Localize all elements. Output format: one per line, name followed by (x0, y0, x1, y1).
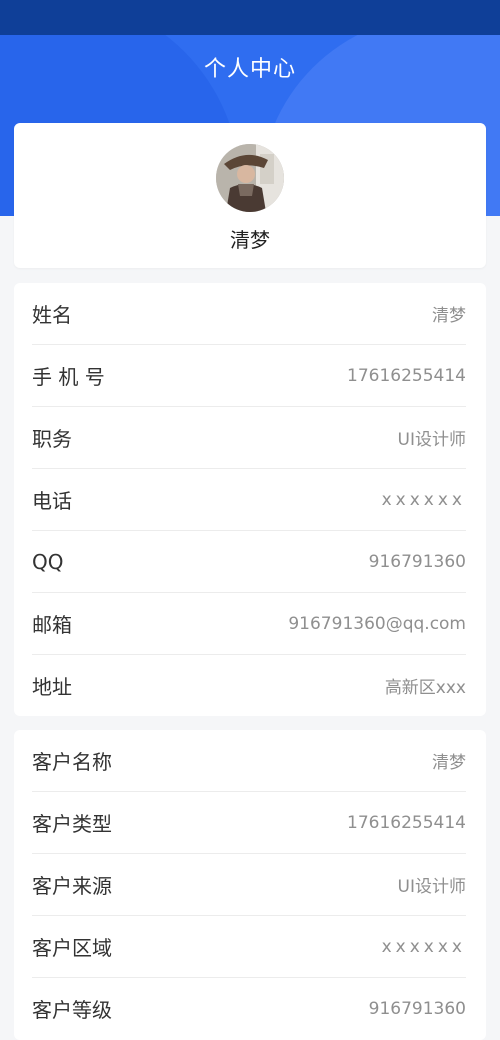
row-value: 高新区xxx (384, 678, 466, 698)
avatar[interactable] (216, 144, 284, 212)
info-row-address[interactable]: 地址 高新区xxx (32, 655, 466, 716)
page-title: 个人中心 (203, 57, 296, 82)
row-label: 客户名称 (32, 750, 112, 774)
row-value: UI设计师 (397, 430, 466, 450)
row-label: 客户类型 (32, 812, 112, 836)
profile-card: 清梦 (14, 123, 486, 268)
row-label: QQ (32, 549, 64, 574)
status-bar (0, 0, 500, 35)
row-value: 17616255414 (347, 365, 466, 386)
row-value: 916791360 (368, 551, 466, 572)
row-value: 清梦 (432, 306, 466, 326)
row-label: 电话 (32, 489, 72, 513)
customer-row-region[interactable]: 客户区域 xxxxxx (32, 916, 466, 978)
customer-row-type[interactable]: 客户类型 17616255414 (32, 792, 466, 854)
info-row-name[interactable]: 姓名 清梦 (32, 283, 466, 345)
info-row-telephone[interactable]: 电话 xxxxxx (32, 469, 466, 531)
row-value: xxxxxx (381, 489, 466, 510)
customer-row-name[interactable]: 客户名称 清梦 (32, 730, 466, 792)
row-value: 清梦 (432, 753, 466, 773)
row-label: 邮箱 (32, 613, 72, 637)
row-label: 地址 (32, 675, 72, 699)
row-value: 916791360@qq.com (288, 613, 466, 634)
row-label: 姓名 (32, 303, 72, 327)
info-row-qq[interactable]: QQ 916791360 (32, 531, 466, 593)
row-value: UI设计师 (397, 877, 466, 897)
row-label: 客户来源 (32, 874, 112, 898)
info-row-position[interactable]: 职务 UI设计师 (32, 407, 466, 469)
customer-info-card: 客户名称 清梦 客户类型 17616255414 客户来源 UI设计师 客户区域… (14, 730, 486, 1040)
row-label: 客户等级 (32, 998, 112, 1022)
row-label: 手 机 号 (32, 365, 105, 389)
row-label: 职务 (32, 427, 72, 451)
personal-info-card: 姓名 清梦 手 机 号 17616255414 职务 UI设计师 电话 xxxx… (14, 283, 486, 716)
row-label: 客户区域 (32, 936, 112, 960)
customer-row-level[interactable]: 客户等级 916791360 (32, 978, 466, 1039)
info-row-email[interactable]: 邮箱 916791360@qq.com (32, 593, 466, 655)
row-value: 17616255414 (347, 812, 466, 833)
customer-row-source[interactable]: 客户来源 UI设计师 (32, 854, 466, 916)
row-value: xxxxxx (381, 936, 466, 957)
profile-name: 清梦 (230, 228, 270, 252)
row-value: 916791360 (368, 998, 466, 1019)
info-row-phone[interactable]: 手 机 号 17616255414 (32, 345, 466, 407)
